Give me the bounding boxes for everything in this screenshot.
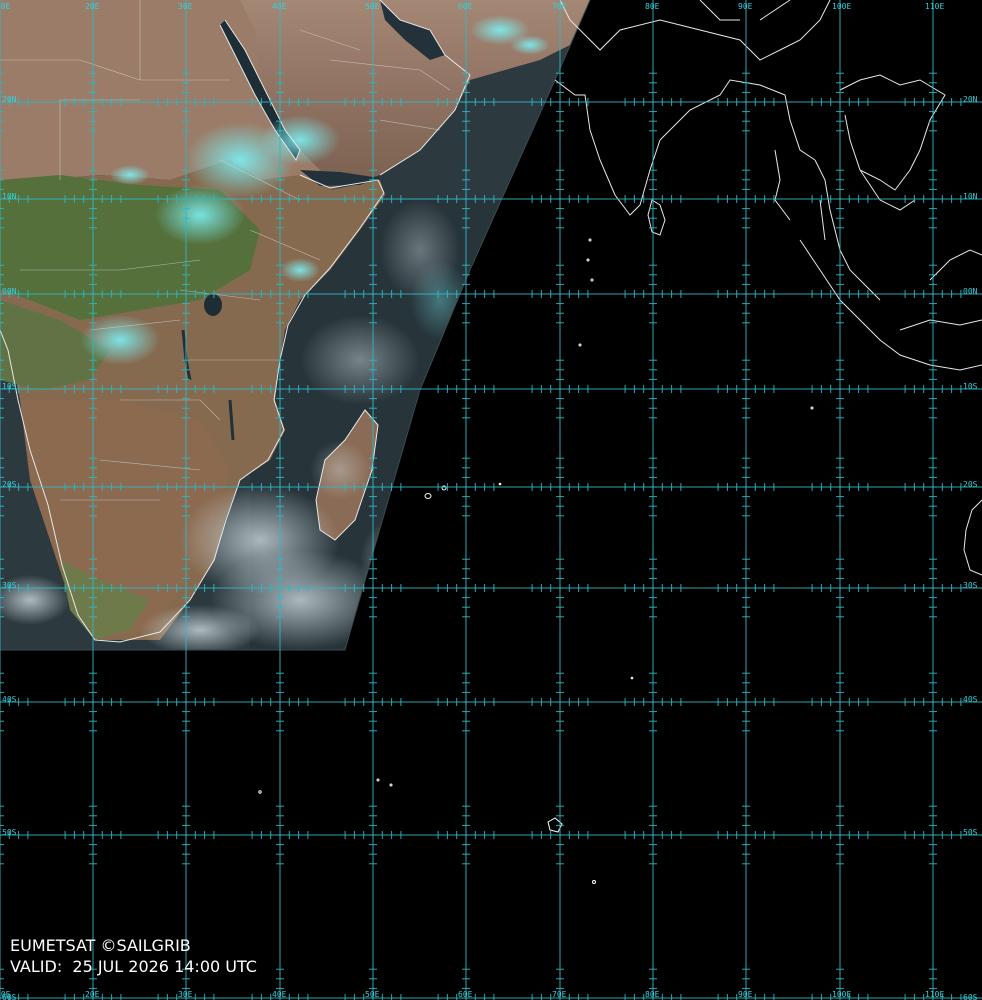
- satellite-imagery: [0, 0, 982, 1000]
- lat-label-right: 10S: [963, 382, 978, 391]
- lon-label-top: 90E: [738, 2, 753, 11]
- lon-label-top: 110E: [925, 2, 945, 11]
- lon-label-bottom: 100E: [832, 990, 852, 999]
- credit-text: EUMETSAT ©SAILGRIB: [10, 936, 191, 955]
- lat-label-right: 00N: [963, 287, 978, 296]
- lon-label-top: 100E: [832, 2, 852, 11]
- valid-time-text: VALID: 25 JUL 2026 14:00 UTC: [10, 957, 257, 976]
- lat-label-left: 30S: [2, 581, 17, 590]
- lon-label-top: 20E: [85, 2, 100, 11]
- lon-label-bottom: 50E: [365, 990, 380, 999]
- lon-label-top: 70E: [552, 2, 567, 11]
- lon-label-bottom: 40E: [272, 990, 287, 999]
- lat-label-right: 30S: [963, 581, 978, 590]
- lat-label-left: 60S: [2, 993, 17, 1000]
- lon-label-top: 60E: [458, 2, 473, 11]
- satellite-map: 10E10E20E20E30E30E40E40E50E50E60E60E70E7…: [0, 0, 982, 1000]
- lon-label-top: 80E: [645, 2, 660, 11]
- lon-label-top: 40E: [272, 2, 287, 11]
- lat-label-left: 50S: [2, 828, 17, 837]
- lon-label-bottom: 60E: [458, 990, 473, 999]
- lat-label-left: 10N: [2, 192, 17, 201]
- lat-label-right: 60S: [963, 993, 978, 1000]
- lon-label-bottom: 110E: [925, 990, 945, 999]
- lon-label-bottom: 30E: [178, 990, 193, 999]
- lon-label-bottom: 20E: [85, 990, 100, 999]
- lat-label-right: 40S: [963, 695, 978, 704]
- imagery-swath: [0, 0, 590, 650]
- lat-label-left: 40S: [2, 695, 17, 704]
- lat-label-right: 20S: [963, 480, 978, 489]
- lat-label-left: 20S: [2, 480, 17, 489]
- lat-label-right: 10N: [963, 192, 978, 201]
- lat-label-right: 20N: [963, 95, 978, 104]
- lat-label-right: 50S: [963, 828, 978, 837]
- lat-label-left: 10S: [2, 382, 17, 391]
- lon-label-top: 30E: [178, 2, 193, 11]
- lat-label-left: 00N: [2, 287, 17, 296]
- lon-label-bottom: 70E: [552, 990, 567, 999]
- lat-label-left: 20N: [2, 95, 17, 104]
- lon-label-bottom: 90E: [738, 990, 753, 999]
- lon-label-top: 50E: [365, 2, 380, 11]
- lon-label-bottom: 80E: [645, 990, 660, 999]
- lon-label-top: 10E: [0, 2, 11, 11]
